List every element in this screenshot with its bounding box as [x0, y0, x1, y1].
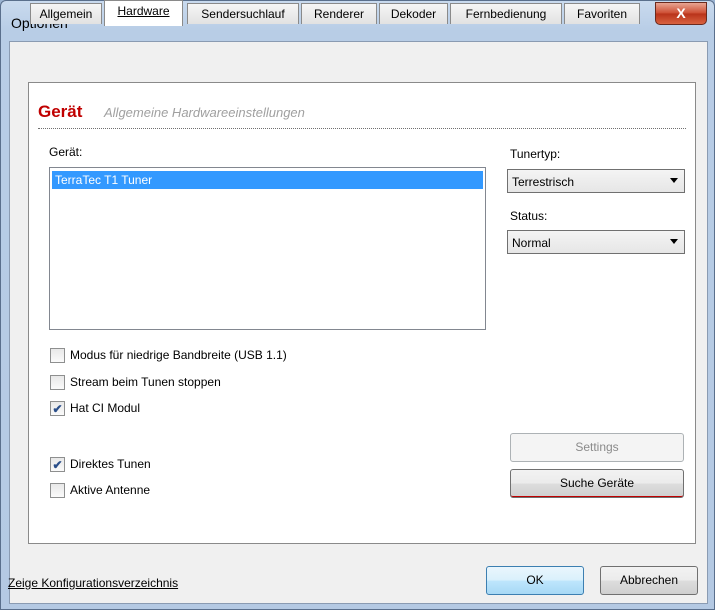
- search-devices-button[interactable]: Suche Geräte: [510, 469, 684, 498]
- cancel-button[interactable]: Abbrechen: [600, 566, 698, 595]
- direct-tune-checkbox[interactable]: ✔: [50, 457, 65, 472]
- device-list-item[interactable]: TerraTec T1 Tuner: [52, 171, 483, 189]
- tunertype-label: Tunertyp:: [510, 147, 561, 161]
- tab-favoriten[interactable]: Favoriten: [564, 3, 640, 24]
- ok-button[interactable]: OK: [486, 566, 584, 595]
- direct-tune-label[interactable]: Direktes Tunen: [70, 457, 151, 471]
- chevron-down-icon: [670, 239, 678, 244]
- status-value: Normal: [512, 236, 551, 250]
- status-label: Status:: [510, 209, 548, 223]
- check-icon: ✔: [52, 402, 63, 416]
- ci-module-label[interactable]: Hat CI Modul: [70, 401, 140, 415]
- config-directory-link[interactable]: Zeige Konfigurationsverzeichnis: [8, 576, 178, 590]
- close-button[interactable]: X: [655, 2, 707, 25]
- section-subtitle: Allgemeine Hardwareeinstellungen: [104, 105, 305, 120]
- section-title: Gerät: [38, 102, 83, 121]
- ci-module-checkbox[interactable]: ✔: [50, 401, 65, 416]
- low-bandwidth-checkbox[interactable]: [50, 348, 65, 363]
- active-antenna-checkbox[interactable]: [50, 483, 65, 498]
- tab-renderer[interactable]: Renderer: [301, 3, 377, 24]
- chevron-down-icon: [670, 178, 678, 183]
- close-icon: X: [676, 5, 686, 21]
- status-select[interactable]: Normal: [507, 230, 685, 254]
- low-bandwidth-label[interactable]: Modus für niedrige Bandbreite (USB 1.1): [70, 348, 287, 362]
- device-listbox[interactable]: TerraTec T1 Tuner: [49, 167, 486, 330]
- check-icon: ✔: [52, 458, 63, 472]
- tab-hardware[interactable]: Hardware: [104, 0, 183, 26]
- tab-sendersuchlauf[interactable]: Sendersuchlauf: [187, 3, 299, 24]
- device-label: Gerät:: [49, 145, 83, 159]
- tab-dekoder[interactable]: Dekoder: [379, 3, 448, 24]
- tunertype-value: Terrestrisch: [512, 175, 575, 189]
- tab-allgemein[interactable]: Allgemein: [30, 3, 102, 24]
- stop-stream-label[interactable]: Stream beim Tunen stoppen: [70, 375, 221, 389]
- section-divider: [38, 128, 686, 129]
- stop-stream-checkbox[interactable]: [50, 375, 65, 390]
- tunertype-select[interactable]: Terrestrisch: [507, 169, 685, 193]
- tab-fernbedienung[interactable]: Fernbedienung: [450, 3, 562, 24]
- active-antenna-label[interactable]: Aktive Antenne: [70, 483, 150, 497]
- settings-button[interactable]: Settings: [510, 433, 684, 462]
